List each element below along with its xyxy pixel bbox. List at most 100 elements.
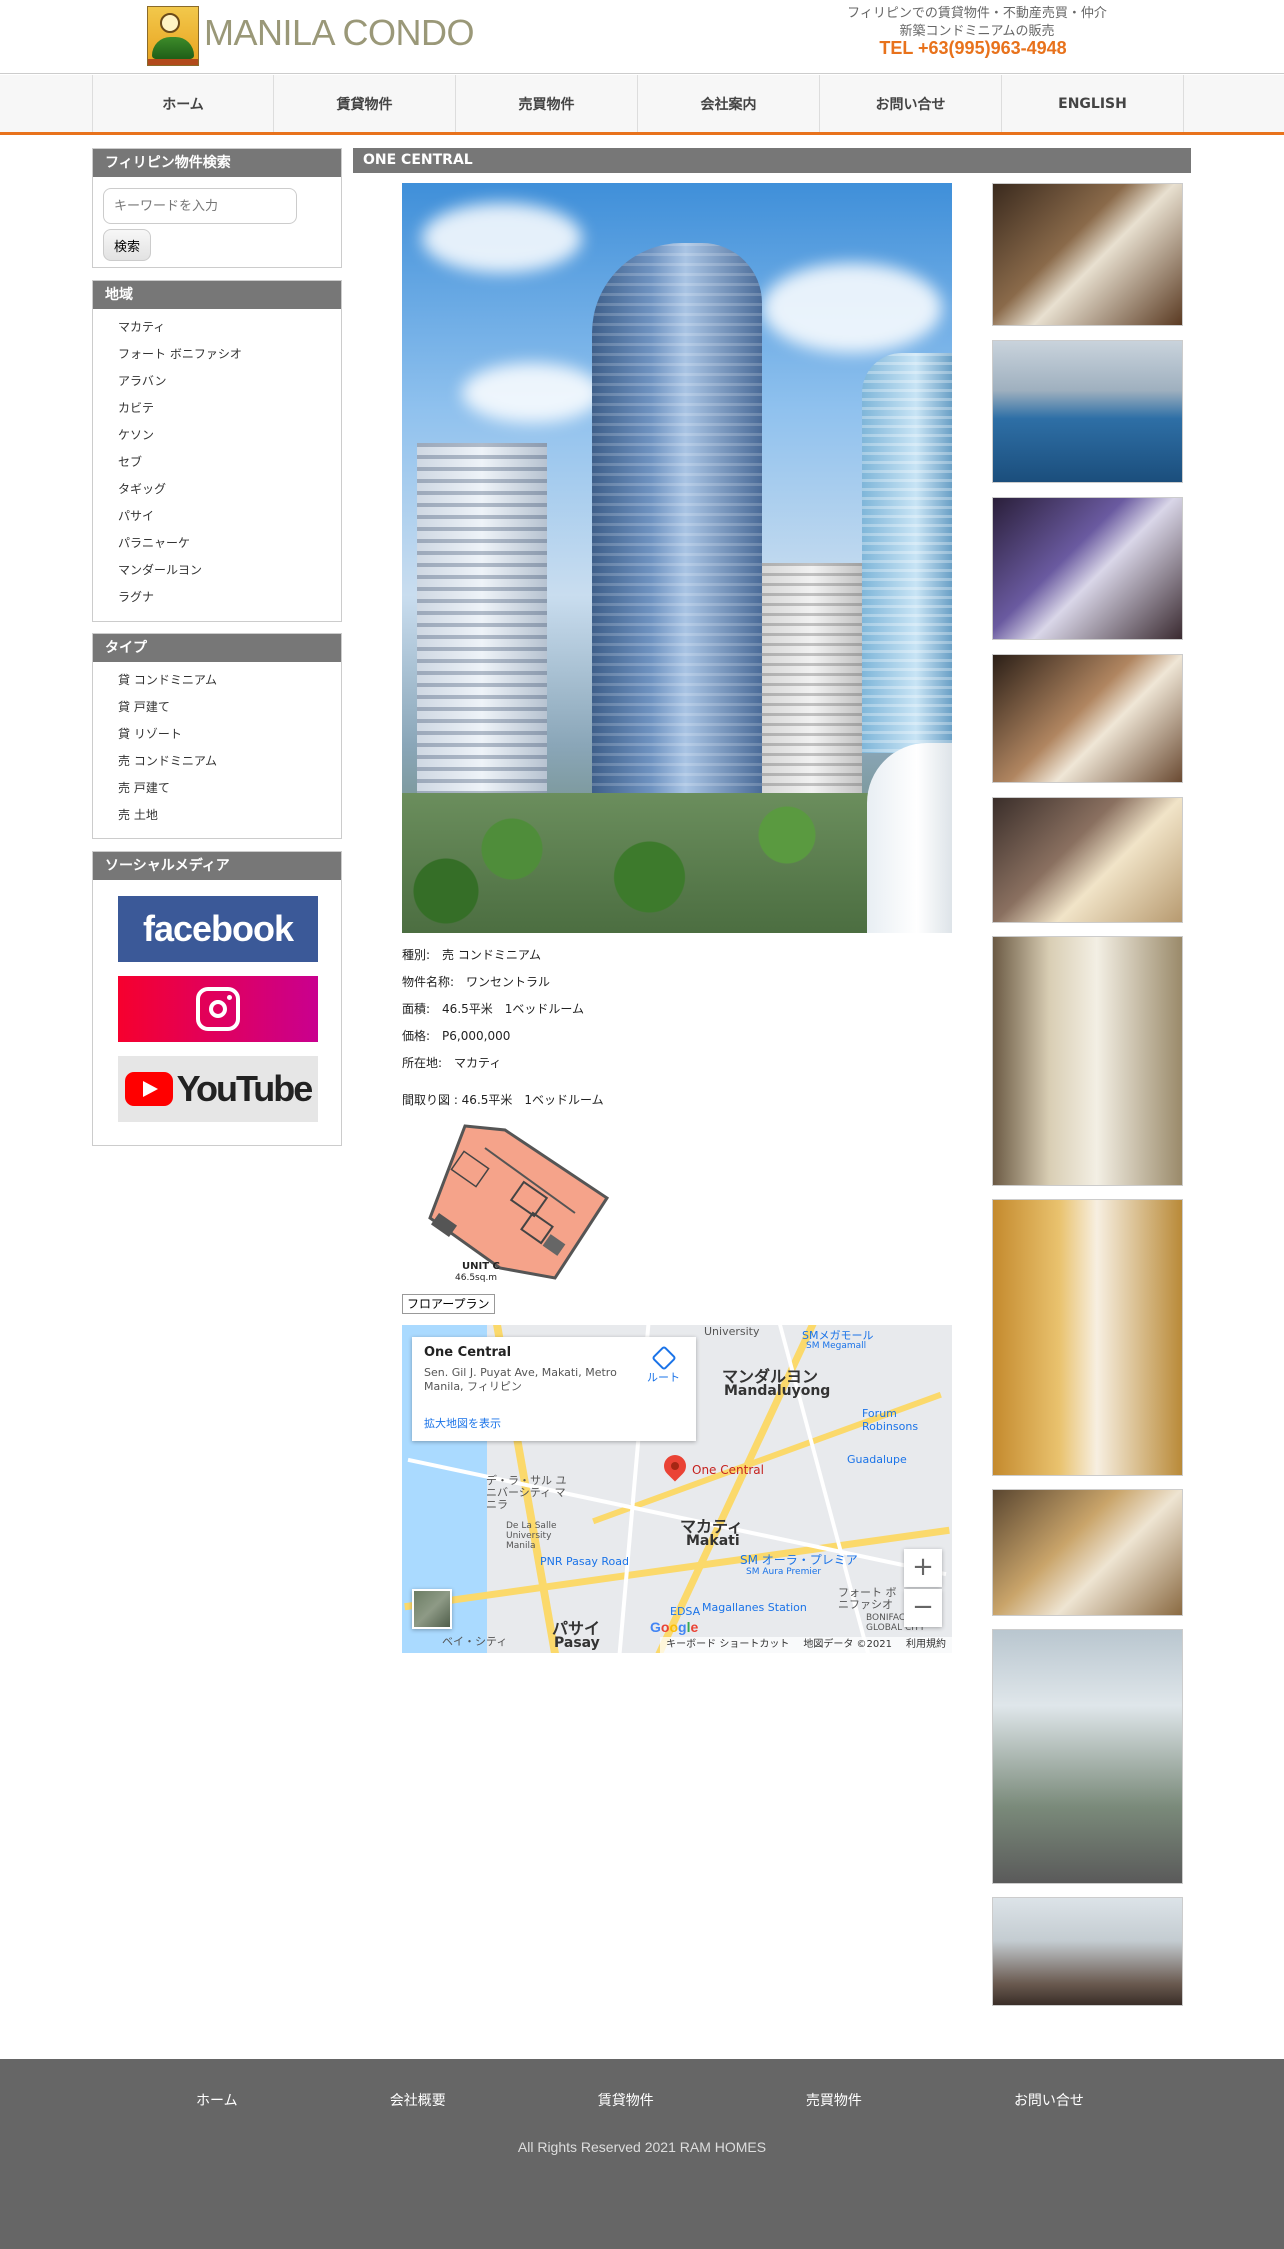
search-input[interactable]	[103, 188, 297, 224]
nav-home[interactable]: ホーム	[92, 75, 274, 132]
floorplan-button[interactable]: フロアープラン	[402, 1294, 495, 1314]
photo-thumbnail-pool[interactable]	[992, 340, 1183, 483]
map-label-mandaluyong: Mandaluyong	[724, 1383, 831, 1399]
detail-location: 所在地: マカティ	[402, 1056, 502, 1070]
instagram-icon	[196, 987, 240, 1031]
type-box-title: タイプ	[93, 634, 341, 662]
main-nav: ホーム 賃貸物件 売買物件 会社案内 お問い合せ ENGLISH	[0, 75, 1284, 135]
map-footer: キーボード ショートカット 地図データ ©2021 利用規約	[660, 1637, 952, 1653]
brand-name[interactable]: MANILA CONDO	[204, 12, 475, 54]
region-item[interactable]: パラニャーケ	[93, 530, 341, 557]
instagram-button[interactable]	[118, 976, 318, 1042]
footer-link-rental[interactable]: 賃貸物件	[598, 2090, 654, 2110]
region-item[interactable]: ケソン	[93, 422, 341, 449]
region-item[interactable]: セブ	[93, 449, 341, 476]
photo-thumbnail-window[interactable]	[992, 1897, 1183, 2006]
type-item[interactable]: 貸 戸建て	[93, 694, 341, 721]
region-item[interactable]: カビテ	[93, 395, 341, 422]
social-box-title: ソーシャルメディア	[93, 852, 341, 880]
zoom-out-button[interactable]: −	[904, 1589, 942, 1627]
map-label-pasay: Pasay	[554, 1635, 600, 1651]
detail-price: 価格: P6,000,000	[402, 1029, 511, 1043]
map-label-pin: One Central	[692, 1463, 764, 1477]
region-item[interactable]: パサイ	[93, 503, 341, 530]
photo-thumbnail-living[interactable]	[992, 654, 1183, 783]
site-header: MANILA CONDO フィリピンでの賃貸物件・不動産売買・仲介 新築コンドミ…	[0, 0, 1284, 74]
footer-link-about[interactable]: 会社概要	[390, 2090, 446, 2110]
phone-number: TEL +63(995)963-4948	[879, 38, 1067, 58]
region-box-title: 地域	[93, 281, 341, 309]
site-footer: ホーム 会社概要 賃貸物件 売買物件 お問い合せ All Rights Rese…	[0, 2059, 1284, 2249]
region-item[interactable]: タギッグ	[93, 476, 341, 503]
photo-thumbnail-lounge[interactable]	[992, 497, 1183, 640]
type-box: タイプ 貸 コンドミニアム 貸 戸建て 貸 リゾート 売 コンドミニアム 売 戸…	[92, 633, 342, 839]
type-item[interactable]: 売 コンドミニアム	[93, 748, 341, 775]
directions-icon	[650, 1345, 677, 1371]
map-label-dlsu: De La Salle University Manila	[506, 1521, 557, 1551]
map-label-makati: Makati	[686, 1533, 740, 1549]
map-directions[interactable]: ルート	[647, 1345, 680, 1385]
map-label-guadalupe: Guadalupe	[847, 1453, 907, 1466]
youtube-play-icon	[124, 1072, 173, 1106]
region-item[interactable]: フォート ボニファシオ	[93, 341, 341, 368]
floorplan-caption: 間取り図 : 46.5平米 1ベッドルーム	[402, 1093, 604, 1107]
region-item[interactable]: ラグナ	[93, 584, 341, 611]
nav-contact[interactable]: お問い合せ	[820, 75, 1002, 132]
map-label-sm-aura: SM オーラ・プレミア	[740, 1553, 858, 1567]
floorplan-image[interactable]: UNIT C 46.5sq.m	[425, 1118, 610, 1283]
nav-rental[interactable]: 賃貸物件	[274, 75, 456, 132]
map-place-name: One Central	[424, 1345, 512, 1360]
photo-thumbnail-kitchen[interactable]	[992, 936, 1183, 1186]
region-item[interactable]: マカティ	[93, 314, 341, 341]
nav-sale[interactable]: 売買物件	[456, 75, 638, 132]
google-map[interactable]: マンダルヨン Mandaluyong マカティ Makati パサイ Pasay…	[402, 1325, 952, 1653]
facebook-button[interactable]: facebook	[118, 896, 318, 962]
copyright: All Rights Reserved 2021 RAM HOMES	[517, 2139, 767, 2155]
nav-english[interactable]: ENGLISH	[1002, 75, 1184, 132]
type-item[interactable]: 売 戸建て	[93, 775, 341, 802]
map-larger-link[interactable]: 拡大地図を表示	[424, 1415, 501, 1431]
search-box-title: フィリピン物件検索	[93, 149, 341, 177]
satellite-toggle[interactable]	[412, 1589, 452, 1629]
social-box: ソーシャルメディア facebook YouTube	[92, 851, 342, 1146]
detail-type: 種別: 売 コンドミニアム	[402, 948, 542, 962]
region-item[interactable]: アラバン	[93, 368, 341, 395]
photo-thumbnail-view[interactable]	[992, 1629, 1183, 1884]
footer-link-contact[interactable]: お問い合せ	[1014, 2090, 1084, 2110]
search-button[interactable]: 検索	[103, 229, 151, 261]
floorplan-size: 46.5sq.m	[455, 1273, 497, 1283]
zoom-in-button[interactable]: +	[904, 1549, 942, 1587]
map-pin-icon[interactable]	[659, 1450, 691, 1482]
search-box: フィリピン物件検索 検索	[92, 148, 342, 268]
map-label-bgc-jp: フォート ボニファシオ	[838, 1586, 897, 1611]
map-label-edsa: EDSA	[670, 1605, 701, 1618]
property-main-photo[interactable]	[402, 183, 952, 933]
type-item[interactable]: 貸 リゾート	[93, 721, 341, 748]
logo-icon[interactable]	[147, 6, 199, 66]
detail-area: 面積: 46.5平米 1ベッドルーム	[402, 1002, 585, 1016]
footer-link-home[interactable]: ホーム	[196, 2090, 238, 2110]
map-label-bay-city: ベイ・シティ	[442, 1635, 508, 1648]
map-label-sm-megamall: SM Megamall	[806, 1341, 867, 1351]
photo-thumbnail-lobby[interactable]	[992, 183, 1183, 326]
google-logo: Google	[650, 1619, 699, 1635]
map-label-magallanes: Magallanes Station	[702, 1601, 807, 1614]
floorplan-unit: UNIT C	[462, 1261, 500, 1272]
footer-link-sale[interactable]: 売買物件	[806, 2090, 862, 2110]
region-item[interactable]: マンダールヨン	[93, 557, 341, 584]
map-shortcuts[interactable]: キーボード ショートカット	[666, 1637, 789, 1653]
photo-thumbnail-bathroom[interactable]	[992, 1199, 1183, 1476]
photo-thumbnail-dining[interactable]	[992, 797, 1183, 923]
detail-name: 物件名称: ワンセントラル	[402, 975, 551, 989]
map-address: Sen. Gil J. Puyat Ave, Makati, Metro Man…	[424, 1366, 617, 1393]
region-box: 地域 マカティ フォート ボニファシオ アラバン カビテ ケソン セブ タギッグ…	[92, 280, 342, 622]
map-label-dlsu-jp: デ・ラ・サル ユニバーシティ マニラ	[486, 1474, 567, 1511]
map-terms[interactable]: 利用規約	[906, 1637, 946, 1653]
type-item[interactable]: 売 土地	[93, 802, 341, 829]
nav-company[interactable]: 会社案内	[638, 75, 820, 132]
photo-thumbnail-bath[interactable]	[992, 1489, 1183, 1616]
map-info-card: One Central Sen. Gil J. Puyat Ave, Makat…	[412, 1337, 696, 1441]
map-label-sm-aura-en: SM Aura Premier	[746, 1567, 822, 1577]
type-item[interactable]: 貸 コンドミニアム	[93, 667, 341, 694]
youtube-button[interactable]: YouTube	[118, 1056, 318, 1122]
